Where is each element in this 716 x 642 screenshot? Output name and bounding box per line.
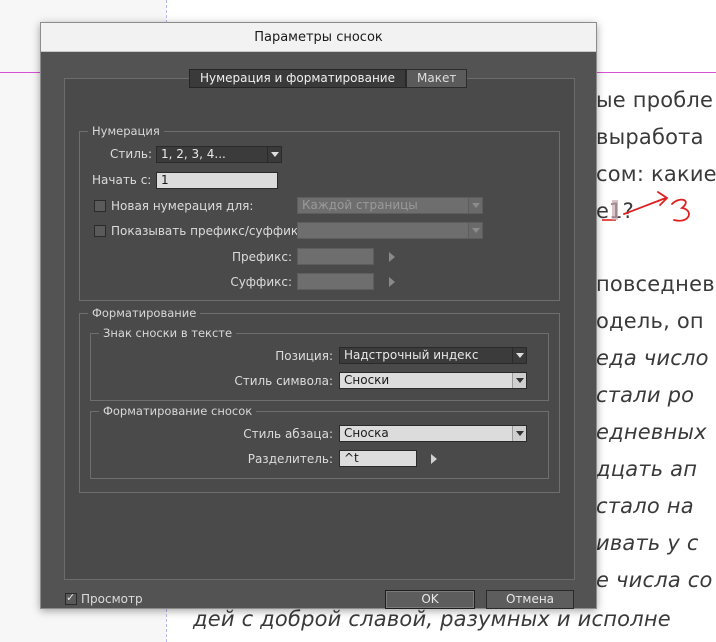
doc-text-line: едневных [596, 420, 707, 444]
suffix-input[interactable] [297, 273, 374, 290]
numbering-style-value: 1, 2, 3, 4... [161, 147, 226, 161]
style-label: Стиль: [110, 147, 152, 161]
doc-text-line: ивать у с [596, 531, 699, 555]
char-style-select[interactable]: Сноски [339, 372, 527, 389]
para-style-value: Сноска [344, 426, 389, 440]
footnote-format-subgroup: Форматирование сносок Стиль абзаца: Снос… [90, 404, 549, 479]
tab-numbering-formatting[interactable]: Нумерация и форматирование [189, 69, 406, 88]
prefix-suffix-select[interactable] [297, 222, 483, 239]
separator-label: Разделитель: [247, 452, 333, 466]
doc-text-line: стали ро [596, 383, 695, 407]
chevron-down-icon[interactable] [468, 223, 482, 238]
suffix-special-char-arrow-icon[interactable] [387, 276, 397, 288]
para-style-label: Стиль абзаца: [243, 427, 333, 441]
chevron-down-icon[interactable] [468, 198, 482, 213]
prefix-special-char-arrow-icon[interactable] [387, 251, 397, 263]
numbering-group-title: Нумерация [88, 124, 164, 138]
start-at-label: Начать с: [92, 173, 152, 187]
doc-text-line: одель, оп [596, 309, 704, 333]
doc-text-line: е числа со [596, 568, 713, 592]
prefix-input[interactable] [297, 248, 374, 265]
separator-special-char-arrow-icon[interactable] [429, 453, 439, 465]
chevron-down-icon[interactable] [267, 147, 281, 162]
cancel-button[interactable]: Отмена [486, 590, 574, 609]
char-style-value: Сноски [344, 373, 390, 387]
doc-text-line: стало на [596, 494, 694, 518]
doc-text-line: дцать ап [596, 457, 698, 481]
para-style-select[interactable]: Сноска [339, 425, 527, 442]
restart-numbering-checkbox[interactable] [94, 200, 106, 212]
doc-text-line: е1? [596, 199, 635, 223]
tab-layout[interactable]: Макет [405, 69, 468, 88]
chevron-down-icon[interactable] [512, 348, 526, 363]
marker-subgroup-title: Знак сноски в тексте [99, 326, 237, 340]
tab-bar: Нумерация и форматирование Макет [189, 69, 468, 88]
margin-guide-left [0, 72, 40, 73]
doc-text-line: ые пробле [596, 88, 714, 112]
restart-numbering-value: Каждой страницы [302, 198, 418, 212]
tab-panel: Нумерация Стиль: 1, 2, 3, 4... Начать с:… [64, 78, 575, 580]
numbering-group: Нумерация Стиль: 1, 2, 3, 4... Начать с:… [79, 124, 560, 301]
restart-numbering-label[interactable]: Новая нумерация для: [111, 198, 253, 214]
start-at-input[interactable]: 1 [156, 172, 278, 189]
doc-text-line: еда число [596, 346, 709, 370]
position-label: Позиция: [275, 349, 333, 363]
position-select[interactable]: Надстрочный индекс [339, 347, 527, 364]
suffix-label: Суффикс: [230, 275, 292, 289]
chevron-down-icon[interactable] [512, 373, 526, 388]
doc-text-line: дей с доброй славой, разумных и исполне [193, 607, 671, 631]
numbering-style-select[interactable]: 1, 2, 3, 4... [156, 146, 282, 163]
doc-text-line: выработа [596, 125, 704, 149]
show-prefix-suffix-checkbox[interactable] [94, 225, 106, 237]
preview-label[interactable]: Просмотр [81, 591, 143, 607]
formatting-group: Форматирование Знак сноски в тексте Пози… [79, 306, 560, 493]
footnote-format-subgroup-title: Форматирование сносок [99, 404, 257, 418]
ok-button[interactable]: OK [385, 590, 475, 609]
prefix-label: Префикс: [232, 250, 292, 264]
char-style-label: Стиль символа: [234, 374, 333, 388]
separator-input[interactable]: ^t [339, 450, 417, 467]
footnote-options-dialog: Параметры сносок Нумерация Стиль: 1, 2, … [40, 22, 597, 609]
position-value: Надстрочный индекс [344, 348, 479, 362]
dialog-body: Нумерация Стиль: 1, 2, 3, 4... Начать с:… [41, 52, 596, 609]
preview-checkbox[interactable] [65, 591, 77, 605]
margin-guide-right [596, 72, 716, 73]
doc-text-line: сом: какие [596, 162, 716, 186]
marker-subgroup: Знак сноски в тексте Позиция: Надстрочны… [90, 326, 549, 401]
chevron-down-icon[interactable] [512, 426, 526, 441]
dialog-title[interactable]: Параметры сносок [41, 23, 596, 52]
formatting-group-title: Форматирование [88, 306, 201, 320]
show-prefix-suffix-label[interactable]: Показывать префикс/суффикс: [111, 223, 309, 239]
doc-text-line: повседнев [596, 272, 715, 296]
restart-numbering-select[interactable]: Каждой страницы [297, 197, 483, 214]
